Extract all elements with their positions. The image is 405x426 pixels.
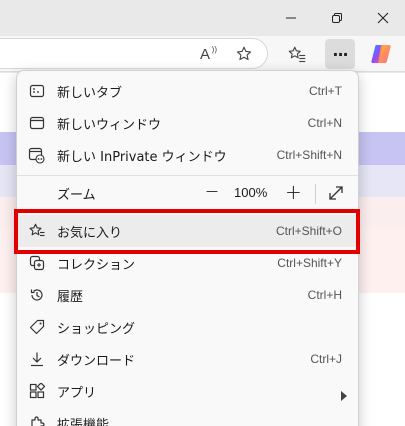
new-tab-icon — [27, 82, 47, 100]
menu-item-label: 新しいタブ — [57, 85, 123, 101]
menu-item-label: ダウンロード — [57, 353, 136, 369]
menu-separator — [17, 175, 358, 176]
close-button[interactable] — [360, 0, 405, 36]
zoom-label: ズーム — [57, 187, 96, 203]
shopping-tag-icon — [27, 318, 47, 336]
add-favorite-button[interactable] — [229, 39, 259, 69]
browser-toolbar: A)) ··· — [0, 36, 405, 72]
menu-item-shortcut: Ctrl+Shift+Y — [277, 256, 342, 270]
new-window-icon — [27, 114, 47, 132]
favorites-button[interactable] — [282, 39, 312, 69]
menu-item-new-inprivate-window[interactable]: 新しい InPrivate ウィンドウ Ctrl+Shift+N — [17, 139, 358, 171]
menu-item-label: アプリ — [57, 385, 97, 401]
fullscreen-button[interactable] — [327, 184, 345, 206]
download-icon — [27, 350, 47, 368]
zoom-in-button[interactable]: + — [285, 180, 302, 204]
restore-button[interactable] — [314, 0, 360, 36]
menu-item-shortcut: Ctrl+N — [307, 116, 342, 130]
inprivate-icon — [27, 146, 47, 164]
menu-item-label: 履歴 — [57, 289, 84, 305]
title-bar — [0, 0, 405, 36]
more-icon: ··· — [332, 44, 348, 64]
fullscreen-icon — [329, 186, 343, 200]
menu-item-shopping[interactable]: ショッピング — [17, 311, 358, 343]
zoom-divider — [315, 184, 316, 204]
collections-icon — [27, 254, 47, 272]
history-icon — [27, 286, 47, 304]
menu-item-zoom: ズーム — 100% + — [17, 177, 358, 209]
menu-item-shortcut: Ctrl+Shift+N — [276, 148, 342, 162]
extensions-icon — [27, 414, 47, 426]
minimize-button[interactable] — [268, 0, 314, 36]
settings-more-button[interactable]: ··· — [325, 39, 355, 69]
apps-icon — [27, 382, 47, 400]
zoom-out-button[interactable]: — — [203, 184, 221, 198]
menu-item-new-window[interactable]: 新しいウィンドウ Ctrl+N — [17, 107, 358, 139]
menu-item-label: 新しいウィンドウ — [57, 117, 162, 133]
menu-item-shortcut: Ctrl+T — [309, 84, 342, 98]
menu-item-shortcut: Ctrl+J — [310, 352, 342, 366]
zoom-level: 100% — [234, 185, 268, 200]
read-aloud-button[interactable]: A)) — [190, 39, 220, 69]
read-aloud-icon: A)) — [199, 44, 217, 63]
menu-item-new-tab[interactable]: 新しいタブ Ctrl+T — [17, 75, 358, 107]
copilot-button[interactable] — [367, 39, 397, 69]
menu-item-apps[interactable]: アプリ — [17, 375, 358, 407]
menu-item-extensions[interactable]: 拡張機能 — [17, 407, 358, 426]
menu-item-history[interactable]: 履歴 Ctrl+H — [17, 279, 358, 311]
submenu-arrow-icon — [340, 386, 348, 405]
close-icon — [377, 12, 389, 24]
address-bar[interactable] — [0, 38, 268, 69]
menu-item-label: 新しい InPrivate ウィンドウ — [57, 149, 227, 165]
favorites-list-icon — [288, 46, 306, 63]
star-icon — [236, 46, 252, 61]
menu-item-shortcut: Ctrl+H — [307, 288, 342, 302]
highlight-box — [14, 209, 360, 254]
menu-item-label: コレクション — [57, 257, 136, 273]
restore-icon — [332, 13, 342, 23]
menu-item-downloads[interactable]: ダウンロード Ctrl+J — [17, 343, 358, 375]
menu-item-label: 拡張機能 — [57, 417, 110, 426]
minimize-icon — [286, 17, 296, 19]
menu-item-label: ショッピング — [57, 321, 136, 337]
copilot-icon — [371, 45, 391, 63]
